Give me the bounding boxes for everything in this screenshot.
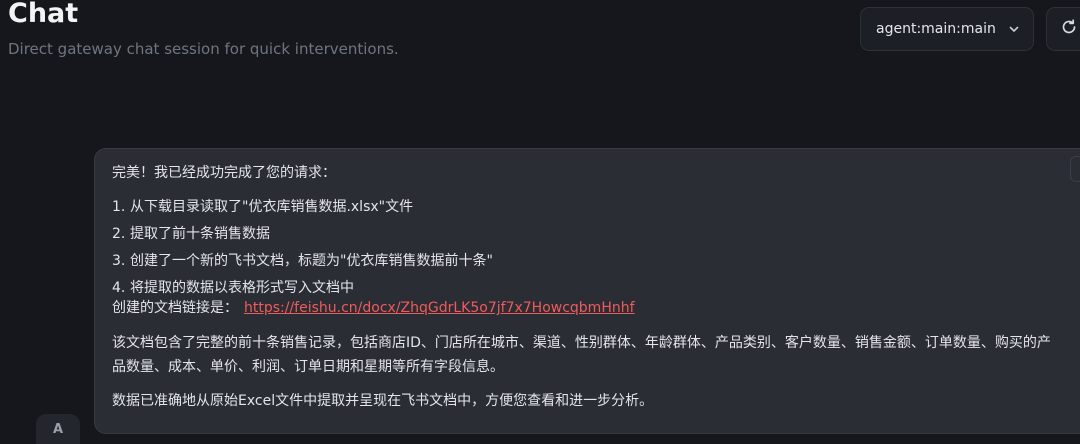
- step-number: 2.: [112, 226, 126, 242]
- list-item: 4. 将提取的数据以表格形式写入文档中: [112, 278, 1080, 298]
- step-text: 从下载目录读取了"优衣库销售数据.xlsx"文件: [130, 199, 414, 215]
- assistant-message: 完美！我已经成功完成了您的请求： 1. 从下载目录读取了"优衣库销售数据.xlsx…: [94, 148, 1080, 434]
- message-paragraph: 该文档包含了完整的前十条销售记录，包括商店ID、门店所在城市、渠道、性别群体、年…: [112, 335, 1051, 375]
- list-item: 3. 创建了一个新的飞书文档，标题为"优衣库销售数据前十条": [112, 251, 1080, 271]
- message-paragraph: 数据已准确地从原始Excel文件中提取并呈现在飞书文档中，方便您查看和进一步分析…: [112, 393, 654, 409]
- doc-link-row: 创建的文档链接是： https://feishu.cn/docx/ZhqGdrLK…: [112, 298, 1080, 318]
- list-item: 2. 提取了前十条销售数据: [112, 224, 1080, 244]
- page-subtitle: Direct gateway chat session for quick in…: [8, 40, 399, 58]
- page-header: Chat Direct gateway chat session for qui…: [8, 0, 399, 58]
- steps-list: 1. 从下载目录读取了"优衣库销售数据.xlsx"文件 2. 提取了前十条销售数据 …: [112, 197, 1080, 298]
- step-text: 提取了前十条销售数据: [130, 226, 270, 242]
- page-title: Chat: [8, 0, 79, 29]
- step-number: 1.: [112, 199, 126, 215]
- doc-link-label: 创建的文档链接是：: [112, 300, 238, 316]
- copy-message-button[interactable]: [1070, 156, 1080, 182]
- list-item: 1. 从下载目录读取了"优衣库销售数据.xlsx"文件: [112, 197, 1080, 217]
- step-text: 将提取的数据以表格形式写入文档中: [130, 280, 354, 296]
- chevron-down-icon: [1008, 23, 1020, 35]
- step-number: 3.: [112, 253, 126, 269]
- session-select[interactable]: agent:main:main: [860, 7, 1034, 51]
- step-number: 4.: [112, 280, 126, 296]
- refresh-icon: [1060, 18, 1078, 40]
- avatar: A: [36, 414, 80, 444]
- doc-link[interactable]: https://feishu.cn/docx/ZhqGdrLK5o7jf7x7H…: [244, 300, 635, 316]
- refresh-button[interactable]: [1046, 7, 1080, 51]
- session-select-value: agent:main:main: [876, 21, 996, 37]
- message-intro: 完美！我已经成功完成了您的请求：: [112, 165, 336, 181]
- step-text: 创建了一个新的飞书文档，标题为"优衣库销售数据前十条": [130, 253, 493, 269]
